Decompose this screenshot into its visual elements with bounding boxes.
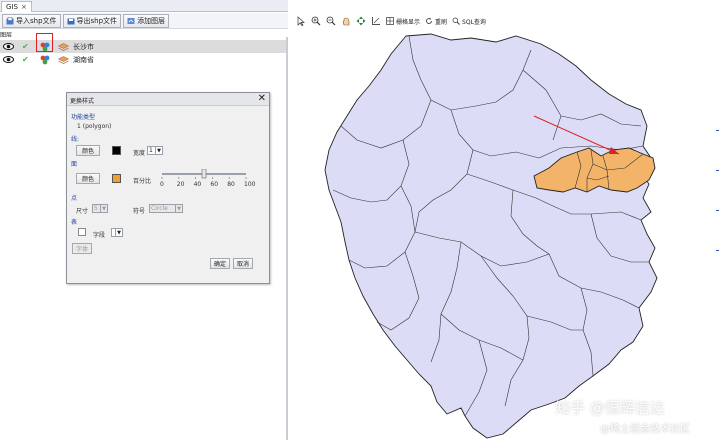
point-section-label: 点 <box>71 195 78 202</box>
raster-display-label: 栅格显示 <box>396 18 421 26</box>
dialog-close-icon[interactable]: ✕ <box>258 93 266 105</box>
layer-icon <box>58 55 69 64</box>
province-region[interactable] <box>324 33 658 439</box>
add-layer-button[interactable]: 添加图层 <box>123 13 170 28</box>
slider-tick-label: 100 <box>244 181 256 188</box>
full-extent-icon[interactable] <box>356 16 366 26</box>
field-select[interactable]: ▼ <box>111 228 123 237</box>
zoom-out-icon[interactable] <box>326 16 336 26</box>
highlight-box <box>36 33 53 52</box>
opacity-slider[interactable] <box>158 169 254 187</box>
import-icon <box>6 16 14 24</box>
watermark-juejin: @稀土掘金技术社区 <box>600 424 690 435</box>
search-icon <box>452 17 460 25</box>
slider-thumb[interactable] <box>201 169 207 179</box>
slider-tick-label: 20 <box>176 181 185 188</box>
add-layer-label: 添加图层 <box>137 16 166 25</box>
slider-tick-label: 60 <box>210 181 219 188</box>
tab-gis[interactable]: GIS × <box>1 1 32 12</box>
edge-marks <box>716 130 719 251</box>
style-dialog: 更换样式 ✕ 功能类型 1 (polygon) 线: 颜色 宽度 1 ▼ 面 颜… <box>66 92 270 284</box>
symbol-label: 符号 <box>133 208 146 215</box>
raster-display-button[interactable]: 栅格显示 <box>386 17 420 26</box>
check-icon[interactable]: ✔ <box>22 55 29 64</box>
refresh-icon <box>426 17 432 24</box>
feature-type-label: 功能类型 <box>71 114 96 121</box>
grid-icon <box>386 17 394 25</box>
fill-section-label: 面 <box>71 161 78 168</box>
pointer-icon[interactable] <box>296 16 306 26</box>
field-label: 字段 <box>93 232 106 239</box>
chevron-down-icon: ▼ <box>155 147 162 154</box>
cancel-button[interactable]: 取消 <box>233 258 253 269</box>
dialog-title: 更换样式 <box>70 98 95 105</box>
sql-query-button[interactable]: SQL查询 <box>452 17 486 26</box>
ok-button[interactable]: 确定 <box>210 258 230 269</box>
chevron-down-icon: ▼ <box>115 229 122 236</box>
fill-color-swatch[interactable] <box>112 174 121 183</box>
export-shp-label: 导出shp文件 <box>76 16 118 25</box>
eye-icon[interactable] <box>3 56 14 63</box>
export-shp-button[interactable]: 导出shp文件 <box>62 13 122 28</box>
tab-label: GIS <box>6 3 18 11</box>
tab-close-icon[interactable]: × <box>21 3 27 11</box>
feature-type-value: 1 (polygon) <box>77 123 112 130</box>
width-select[interactable]: 1 ▼ <box>147 146 163 155</box>
style-symbol-icon[interactable] <box>39 55 51 65</box>
pan-icon[interactable] <box>341 16 351 26</box>
fill-color-button[interactable]: 颜色 <box>76 173 100 184</box>
symbol-select[interactable]: Circle ▼ <box>149 204 183 213</box>
zoom-in-icon[interactable] <box>311 16 321 26</box>
refresh-button[interactable]: 重刷 <box>425 17 447 26</box>
width-value: 1 <box>149 147 153 154</box>
import-shp-label: 导入shp文件 <box>16 16 57 25</box>
watermark-zhihu: 知乎 @恒辉信达 <box>555 399 665 417</box>
measure-icon[interactable] <box>371 16 381 26</box>
line-section-label: 线: <box>71 136 80 143</box>
line-color-button[interactable]: 颜色 <box>76 145 100 156</box>
slider-tick-label: 0 <box>160 181 164 188</box>
size-select[interactable]: 5 ▼ <box>92 204 108 213</box>
chevron-down-icon: ▼ <box>100 205 107 212</box>
table-section-label: 表 <box>71 219 78 226</box>
sql-query-label: SQL查询 <box>462 18 486 26</box>
ok-button-label: 确定 <box>213 261 226 268</box>
export-icon <box>67 18 75 24</box>
add-layer-icon <box>127 17 135 24</box>
hunan-map[interactable] <box>291 30 720 440</box>
size-label: 尺寸 <box>76 208 89 215</box>
dialog-titlebar[interactable]: 更换样式 ✕ <box>67 93 269 106</box>
layer-name: 湖南省 <box>73 55 94 64</box>
map-canvas[interactable] <box>291 30 720 440</box>
check-icon[interactable]: ✔ <box>22 42 29 51</box>
layer-row[interactable]: ✔ 湖南省 <box>0 53 286 66</box>
size-value: 5 <box>94 205 98 212</box>
eye-icon[interactable] <box>3 43 14 50</box>
font-button[interactable]: 字体 <box>72 243 92 254</box>
layer-name: 长沙市 <box>73 42 94 51</box>
line-color-swatch[interactable] <box>112 146 121 155</box>
tab-bar: GIS × <box>0 0 288 12</box>
line-color-button-label: 颜色 <box>81 148 94 155</box>
fill-color-button-label: 颜色 <box>81 176 94 183</box>
chevron-down-icon: ▼ <box>175 205 182 212</box>
field-checkbox[interactable] <box>78 228 86 236</box>
slider-tick-label: 40 <box>193 181 202 188</box>
slider-tick-label: 80 <box>227 181 235 188</box>
layer-icon <box>58 42 69 51</box>
font-button-label: 字体 <box>75 246 88 253</box>
map-toolbar: 栅格显示 重刷 SQL查询 <box>291 13 720 29</box>
refresh-label: 重刷 <box>435 18 448 26</box>
width-label: 宽度 <box>133 150 146 157</box>
cancel-button-label: 取消 <box>236 261 249 268</box>
import-shp-button[interactable]: 导入shp文件 <box>2 13 61 28</box>
symbol-value: Circle <box>151 205 168 212</box>
percent-label: 百分比 <box>133 178 152 185</box>
layer-toolbar: 导入shp文件 导出shp文件 添加图层 <box>0 13 288 29</box>
